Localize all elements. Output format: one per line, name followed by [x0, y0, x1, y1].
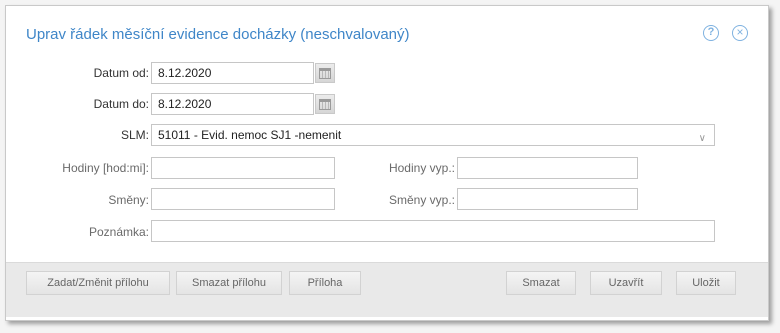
hodiny-label: Hodiny [hod:mi]: — [62, 161, 149, 175]
close-button[interactable]: Uzavřít — [590, 271, 662, 295]
datum-od-label: Datum od: — [93, 66, 149, 80]
smeny-vyp-input[interactable] — [457, 188, 638, 210]
chevron-down-icon: ∨ — [698, 133, 706, 144]
datum-do-label: Datum do: — [93, 97, 149, 111]
attachment-button[interactable]: Příloha — [289, 271, 361, 295]
slm-select-value: 51011 - Evid. nemoc SJ1 -nemenit — [158, 128, 342, 142]
delete-button[interactable]: Smazat — [506, 271, 576, 295]
poznamka-label: Poznámka: — [88, 225, 149, 239]
slm-select[interactable]: 51011 - Evid. nemoc SJ1 -nemenit ∨ — [151, 124, 715, 146]
smeny-label: Směny: — [108, 193, 149, 207]
datum-od-input[interactable] — [151, 62, 314, 84]
datum-do-input[interactable] — [151, 93, 314, 115]
smeny-vyp-label: Směny vyp.: — [388, 193, 455, 207]
hodiny-vyp-input[interactable] — [457, 157, 638, 179]
dialog-title: Uprav řádek měsíční evidence docházky (n… — [26, 26, 410, 43]
hodiny-vyp-label: Hodiny vyp.: — [388, 161, 455, 175]
edit-attendance-dialog: Uprav řádek měsíční evidence docházky (n… — [5, 5, 769, 321]
poznamka-input[interactable] — [151, 220, 715, 242]
slm-label: SLM: — [120, 128, 149, 142]
dialog-titlebar: Uprav řádek měsíční evidence docházky (n… — [6, 6, 768, 50]
calendar-icon[interactable] — [315, 63, 335, 83]
calendar-icon[interactable] — [315, 94, 335, 114]
save-button[interactable]: Uložit — [676, 271, 736, 295]
help-icon[interactable]: ? — [703, 25, 719, 41]
close-icon[interactable]: × — [732, 25, 748, 41]
delete-attachment-button[interactable]: Smazat přílohu — [176, 271, 282, 295]
add-change-attachment-button[interactable]: Zadat/Změnit přílohu — [26, 271, 170, 295]
smeny-input[interactable] — [151, 188, 335, 210]
hodiny-input[interactable] — [151, 157, 335, 179]
